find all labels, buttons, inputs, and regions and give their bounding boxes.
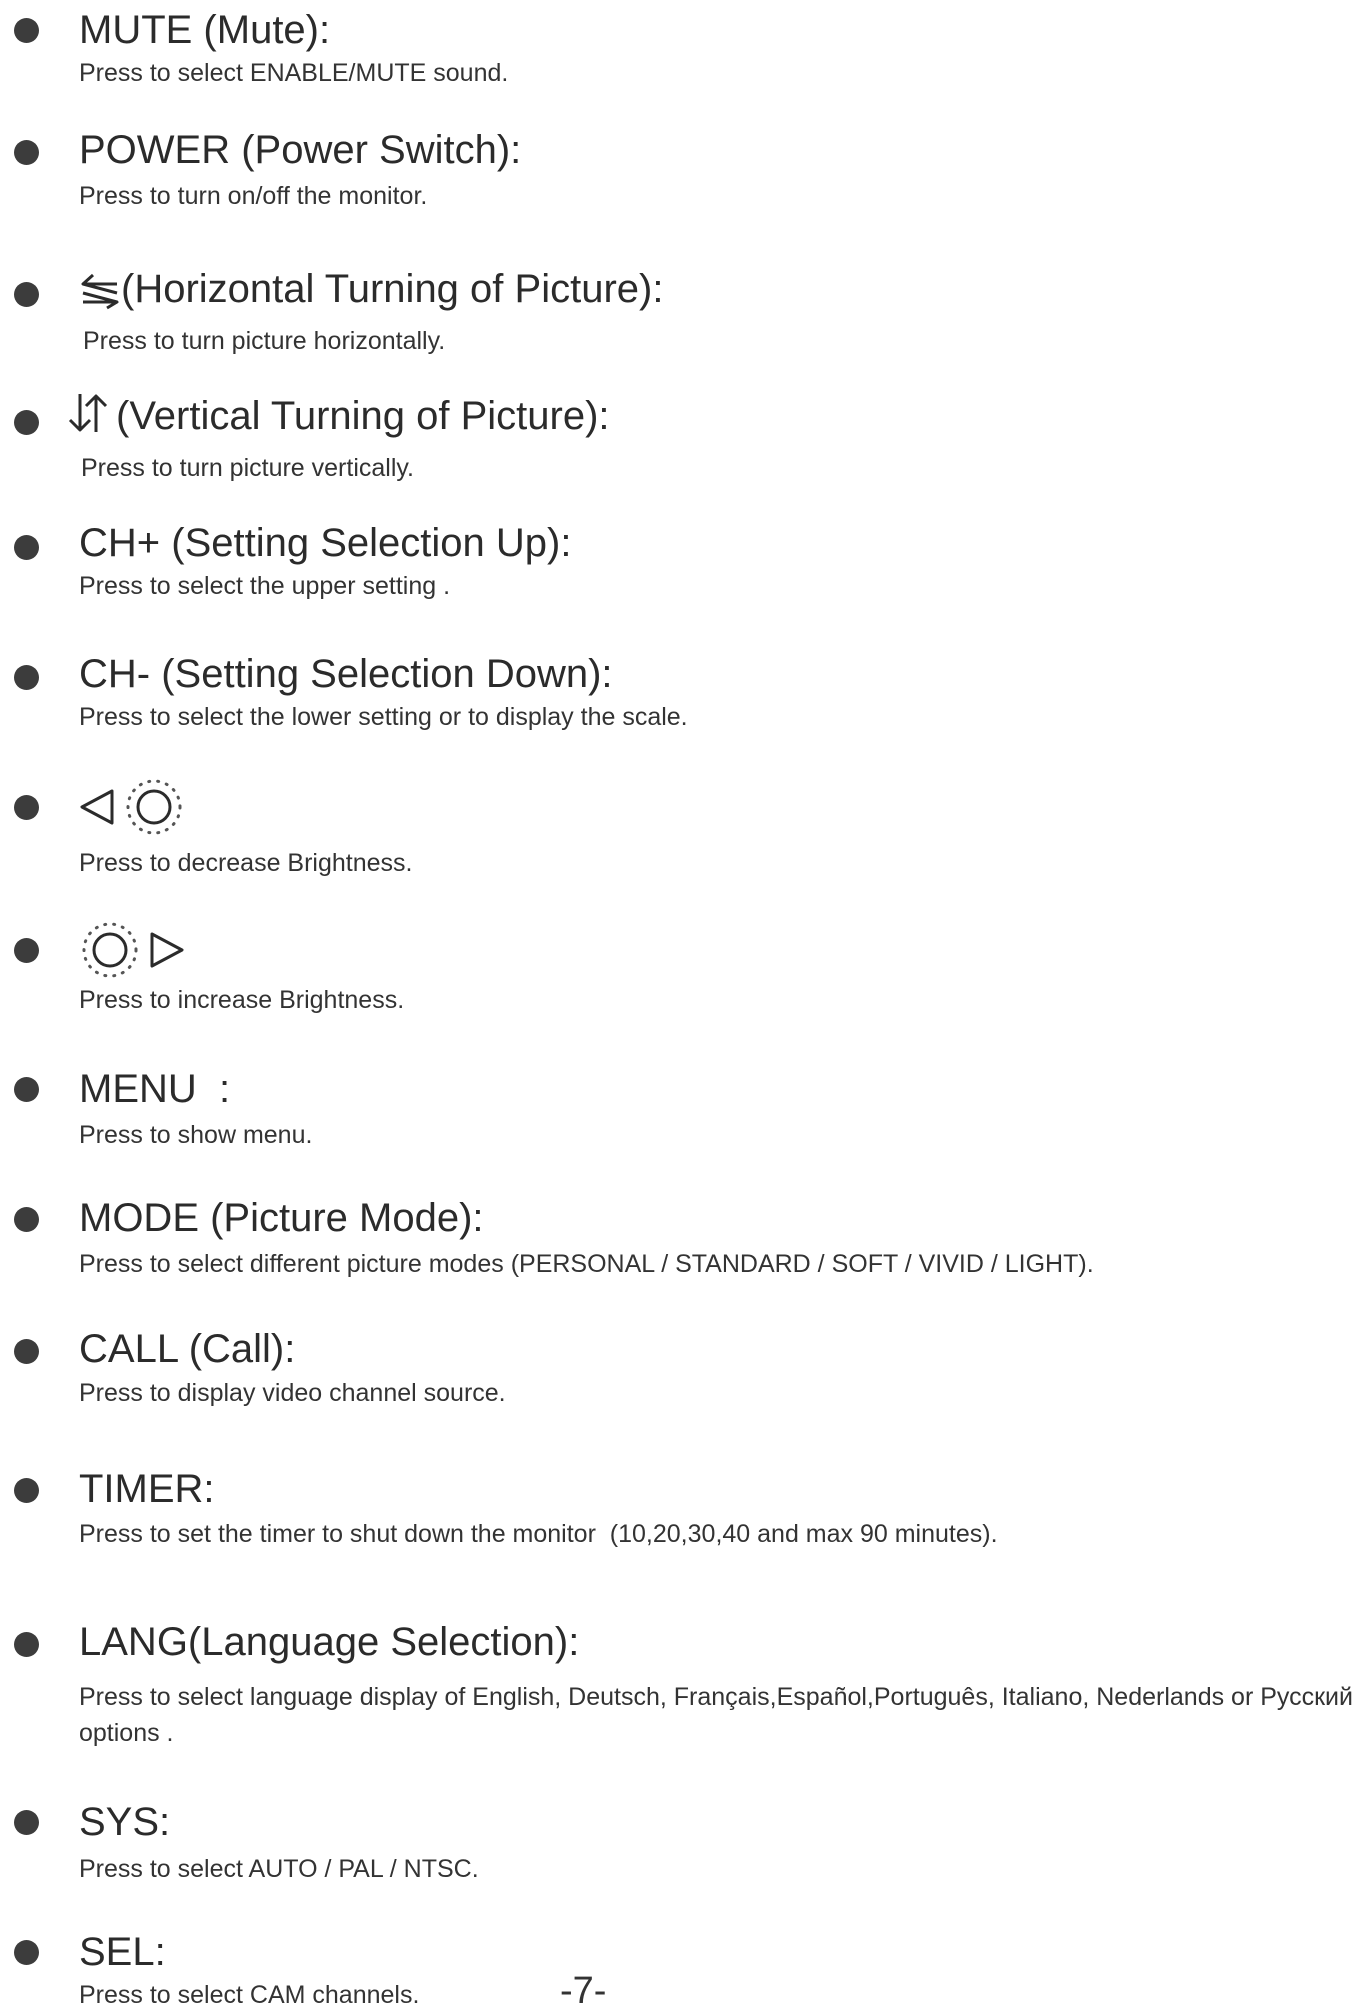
bullet-icon xyxy=(14,282,39,307)
item-title: LANG(Language Selection): xyxy=(79,1620,580,1664)
vertical-flip-icon xyxy=(68,394,108,433)
item-description: Press to turn picture vertically. xyxy=(81,454,414,482)
item-title-row: (Horizontal Turning of Picture): xyxy=(79,266,663,312)
item-description: Press to select CAM channels. xyxy=(79,1981,420,2009)
item-title: MENU : xyxy=(79,1067,231,1111)
page-number: -7- xyxy=(560,1970,607,2012)
brightness-increase-icon xyxy=(82,922,184,978)
item-title: POWER (Power Switch): xyxy=(79,128,522,172)
item-title: SYS: xyxy=(79,1800,171,1844)
bullet-icon xyxy=(14,410,39,435)
item-title: MODE (Picture Mode): xyxy=(79,1196,484,1240)
bullet-icon xyxy=(14,938,39,963)
bullet-icon xyxy=(14,18,39,43)
bullet-icon xyxy=(14,535,39,560)
item-description: Press to select the upper setting . xyxy=(79,572,451,600)
bullet-icon xyxy=(14,795,39,820)
item-title: SEL: xyxy=(79,1930,166,1974)
item-description: Press to turn on/off the monitor. xyxy=(79,182,428,210)
bullet-icon xyxy=(14,1632,39,1657)
item-title: CALL (Call): xyxy=(79,1327,296,1371)
item-title: CH- (Setting Selection Down): xyxy=(79,652,613,696)
bullet-icon xyxy=(14,140,39,165)
item-title: CH+ (Setting Selection Up): xyxy=(79,521,572,565)
item-title-row: (Vertical Turning of Picture): xyxy=(66,393,610,439)
bullet-icon xyxy=(14,1339,39,1364)
item-description: Press to select different picture modes … xyxy=(79,1250,1094,1278)
bullet-icon xyxy=(14,1207,39,1232)
item-title: (Horizontal Turning of Picture): xyxy=(121,267,664,311)
horizontal-flip-icon xyxy=(81,274,119,310)
item-description: Press to show menu. xyxy=(79,1121,313,1149)
item-title: TIMER: xyxy=(79,1467,215,1511)
item-title: (Vertical Turning of Picture): xyxy=(116,394,610,438)
item-description: Press to decrease Brightness. xyxy=(79,849,413,877)
bullet-icon xyxy=(14,1478,39,1503)
item-description: Press to select the lower setting or to … xyxy=(79,703,688,731)
bullet-icon xyxy=(14,665,39,690)
bullet-icon xyxy=(14,1077,39,1102)
item-title: MUTE (Mute): xyxy=(79,8,331,52)
item-description: Press to select ENABLE/MUTE sound. xyxy=(79,59,509,87)
bullet-icon xyxy=(14,1940,39,1965)
item-description: Press to turn picture horizontally. xyxy=(83,327,446,355)
item-description: Press to select language display of Engl… xyxy=(79,1683,1353,1747)
item-description: Press to display video channel source. xyxy=(79,1379,506,1407)
item-description: Press to set the timer to shut down the … xyxy=(79,1520,998,1548)
bullet-icon xyxy=(14,1810,39,1835)
item-description: Press to select AUTO / PAL / NTSC. xyxy=(79,1855,479,1883)
item-description: Press to increase Brightness. xyxy=(79,986,405,1014)
brightness-decrease-icon xyxy=(80,779,182,835)
